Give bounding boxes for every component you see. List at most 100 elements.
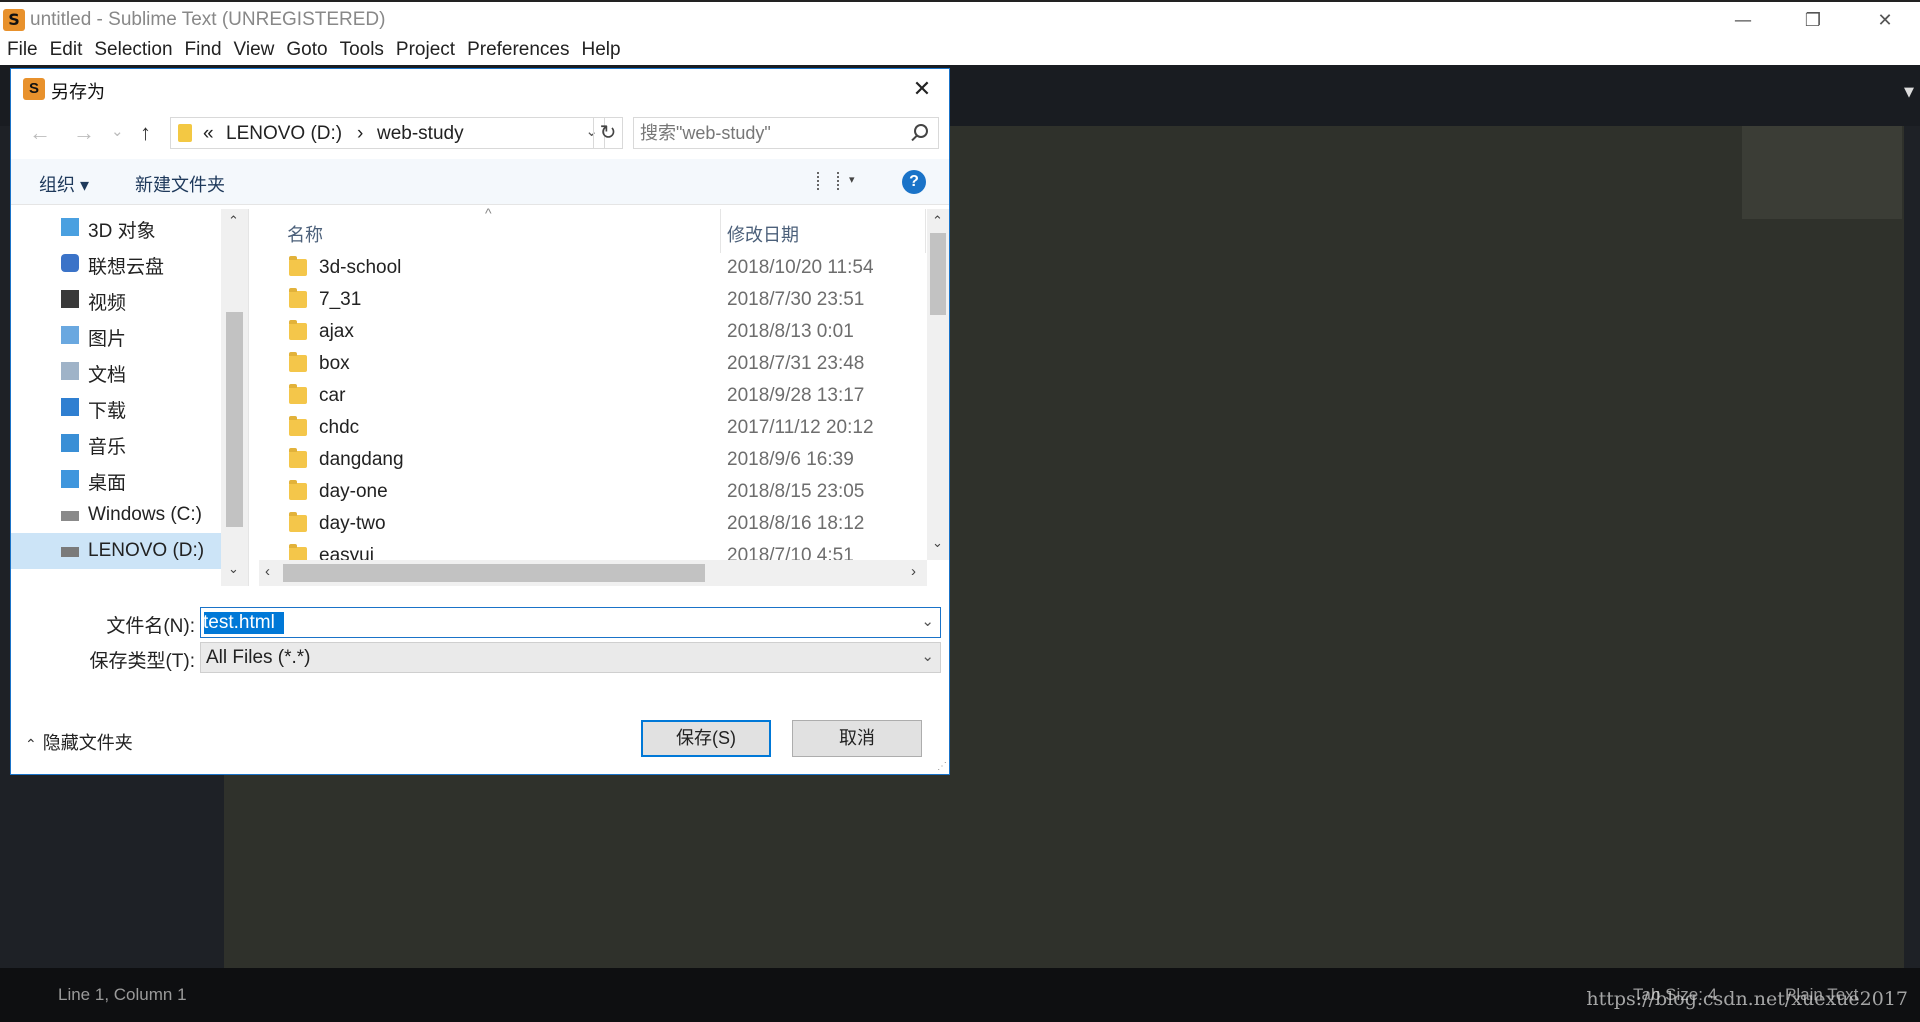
menu-file[interactable]: File (0, 37, 44, 63)
scroll-down-icon[interactable]: ⌄ (932, 535, 943, 551)
minimize-button[interactable]: — (1708, 2, 1778, 39)
breadcrumb-drive[interactable]: LENOVO (D:) (226, 123, 342, 145)
nav-pane-scrollbar[interactable]: ⌃ ⌄ (221, 209, 248, 586)
file-row[interactable]: day-two 2018/8/16 18:12 (259, 509, 921, 541)
address-overflow[interactable]: « (203, 123, 214, 145)
chevron-down-icon[interactable]: ⌄ (921, 647, 934, 665)
nav-item-videos[interactable]: 视频 (11, 281, 231, 317)
chevron-up-icon: ⌃ (25, 736, 37, 752)
scroll-left-icon[interactable]: ‹ (265, 563, 270, 580)
scroll-thumb[interactable] (930, 233, 946, 315)
scroll-thumb[interactable] (283, 564, 705, 582)
file-rows: 3d-school 2018/10/20 11:54 7_31 2018/7/3… (259, 253, 921, 560)
menu-view[interactable]: View (228, 37, 281, 63)
breadcrumb-folder[interactable]: web-study (377, 123, 464, 145)
column-divider[interactable] (925, 209, 926, 253)
refresh-icon[interactable]: ↻ (593, 117, 623, 149)
folder-icon (289, 288, 307, 308)
column-name[interactable]: 名称 (287, 221, 323, 247)
address-bar[interactable]: « LENOVO (D:) › web-study ⌄ (170, 117, 605, 149)
file-date: 2018/7/10 4:51 (727, 545, 854, 560)
file-name: day-two (319, 513, 386, 534)
scroll-right-icon[interactable]: › (911, 563, 916, 580)
watermark: https://blog.csdn.net/xuexue2017 (1586, 988, 1908, 1010)
column-date[interactable]: 修改日期 (727, 221, 799, 247)
nav-item-pictures[interactable]: 图片 (11, 317, 231, 353)
minimap-viewport[interactable] (1742, 126, 1902, 219)
file-row[interactable]: car 2018/9/28 13:17 (259, 381, 921, 413)
scroll-down-icon[interactable]: ⌄ (228, 561, 239, 577)
nav-item-desktop[interactable]: 桌面 (11, 461, 231, 497)
file-row[interactable]: box 2018/7/31 23:48 (259, 349, 921, 381)
file-row[interactable]: chdc 2017/11/12 20:12 (259, 413, 921, 445)
file-list-horizontal-scrollbar[interactable]: ‹ › (259, 560, 927, 586)
new-folder-button[interactable]: 新建文件夹 (135, 171, 225, 197)
filetype-label: 保存类型(T): (89, 651, 195, 672)
view-options-icon[interactable] (817, 172, 839, 190)
nav-item-drive-c[interactable]: Windows (C:) (11, 497, 231, 533)
nav-item-3d-objects[interactable]: 3D 对象 (11, 209, 231, 245)
menu-selection[interactable]: Selection (88, 37, 178, 63)
dialog-close-button[interactable]: ✕ (905, 73, 939, 105)
scroll-up-icon[interactable]: ⌃ (228, 213, 239, 229)
file-row[interactable]: ajax 2018/8/13 0:01 (259, 317, 921, 349)
resize-grip-icon[interactable]: ⋰ (937, 761, 947, 772)
filetype-select[interactable]: All Files (*.*) ⌄ (200, 642, 941, 673)
menu-find[interactable]: Find (179, 37, 228, 63)
filename-field[interactable]: ⌄ (200, 607, 941, 638)
file-row[interactable]: 7_31 2018/7/30 23:51 (259, 285, 921, 317)
window-title: untitled - Sublime Text (UNREGISTERED) (30, 9, 386, 30)
menu-edit[interactable]: Edit (44, 37, 89, 63)
nav-item-label: 桌面 (88, 473, 127, 494)
video-icon (61, 290, 79, 308)
folder-icon (289, 256, 307, 276)
restore-button[interactable]: ❐ (1778, 2, 1848, 39)
file-date: 2017/11/12 20:12 (727, 417, 874, 438)
organize-button[interactable]: 组织 ▾ (39, 171, 89, 197)
file-row[interactable]: easyui 2018/7/10 4:51 (259, 541, 921, 560)
help-icon[interactable]: ? (902, 170, 926, 194)
nav-item-downloads[interactable]: 下载 (11, 389, 231, 425)
file-row[interactable]: 3d-school 2018/10/20 11:54 (259, 253, 921, 285)
nav-item-label: 音乐 (88, 437, 127, 458)
breadcrumb-separator[interactable]: › (357, 123, 363, 145)
hide-folders-toggle[interactable]: ⌃ 隐藏文件夹 (25, 729, 133, 755)
column-divider[interactable] (720, 209, 721, 253)
view-dropdown-icon[interactable]: ▾ (849, 173, 855, 186)
nav-item-documents[interactable]: 文档 (11, 353, 231, 389)
menu-project[interactable]: Project (390, 37, 461, 63)
file-date: 2018/8/16 18:12 (727, 513, 865, 534)
file-name: 3d-school (319, 257, 402, 278)
menu-help[interactable]: Help (576, 37, 627, 63)
file-list-vertical-scrollbar[interactable]: ⌃ ⌄ (927, 209, 949, 560)
recent-locations-icon[interactable]: ⌄ (111, 122, 124, 140)
search-icon[interactable] (914, 124, 928, 138)
menu-goto[interactable]: Goto (280, 37, 333, 63)
tab-dropdown-icon[interactable]: ▼ (1904, 85, 1914, 100)
forward-arrow-icon[interactable]: → (73, 120, 95, 146)
menu-preferences[interactable]: Preferences (461, 37, 575, 63)
filename-input[interactable] (203, 610, 893, 635)
nav-item-label: 联想云盘 (88, 257, 165, 278)
cancel-button[interactable]: 取消 (792, 720, 922, 757)
search-input[interactable] (640, 121, 900, 145)
nav-item-cloud-drive[interactable]: 联想云盘 (11, 245, 231, 281)
editor-scrollbar[interactable] (1904, 126, 1920, 968)
menu-tools[interactable]: Tools (334, 37, 390, 63)
close-button[interactable]: ✕ (1850, 2, 1920, 39)
nav-item-drive-d[interactable]: LENOVO (D:) (11, 533, 231, 569)
documents-icon (61, 362, 79, 380)
scroll-up-icon[interactable]: ⌃ (932, 213, 943, 229)
nav-item-music[interactable]: 音乐 (11, 425, 231, 461)
command-bar: 组织 ▾ 新建文件夹 ▾ ? (11, 159, 949, 205)
file-row[interactable]: day-one 2018/8/15 23:05 (259, 477, 921, 509)
back-arrow-icon[interactable]: ← (29, 120, 51, 146)
file-row[interactable]: dangdang 2018/9/6 16:39 (259, 445, 921, 477)
navigation-pane: 3D 对象 联想云盘 视频 图片 文档 下载 音乐 桌面 Windows (C:… (11, 209, 249, 586)
chevron-down-icon[interactable]: ⌄ (921, 612, 934, 630)
save-button[interactable]: 保存(S) (641, 720, 771, 757)
up-arrow-icon[interactable]: ↑ (140, 120, 151, 146)
scroll-thumb[interactable] (226, 312, 243, 527)
navigation-row: ← → ⌄ ↑ « LENOVO (D:) › web-study ⌄ ↻ (11, 113, 949, 155)
3d-objects-icon (61, 218, 79, 236)
